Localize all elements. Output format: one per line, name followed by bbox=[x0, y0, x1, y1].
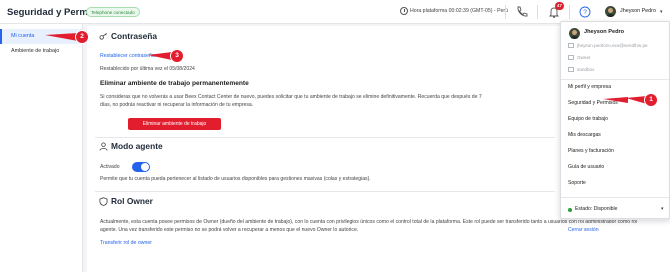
environment-field: sandbox bbox=[568, 65, 594, 74]
role-field: Owner bbox=[568, 53, 591, 62]
menu-item-security[interactable]: Seguridad y Permisos bbox=[568, 100, 618, 106]
user-icon bbox=[99, 142, 108, 151]
clock-icon bbox=[400, 7, 408, 15]
chevron-down-icon[interactable]: ▾ bbox=[661, 206, 664, 212]
owner-role-heading: Rol Owner bbox=[111, 196, 153, 206]
chevron-down-icon: ▾ bbox=[660, 9, 663, 15]
status-dot-icon bbox=[568, 208, 572, 212]
agent-mode-heading: Modo agente bbox=[111, 141, 163, 151]
annotation-marker-1: 1 bbox=[645, 94, 657, 106]
annotation-marker-3: 3 bbox=[171, 50, 183, 62]
user-dropdown-menu: Jheyson Pedro jheyson.pedrozo.exe@sendth… bbox=[560, 21, 670, 233]
divider bbox=[505, 5, 506, 19]
status-select[interactable]: Estado: Disponible bbox=[575, 206, 617, 212]
key-icon bbox=[99, 33, 107, 40]
email-field: jheyson.pedrozo.exe@sendthis.pe bbox=[568, 41, 648, 50]
reset-password-link[interactable]: Restablecer contraseña bbox=[100, 53, 155, 59]
dropdown-user-name: Jheyson Pedro bbox=[584, 29, 625, 35]
menu-item-profile[interactable]: Mi perfil y empresa bbox=[568, 84, 611, 90]
phone-icon[interactable] bbox=[515, 5, 529, 19]
environment-value: sandbox bbox=[577, 67, 595, 72]
help-icon[interactable]: ? bbox=[578, 5, 592, 19]
role-value: Owner bbox=[577, 55, 591, 60]
last-reset-text: Restablecido por última vez el 05/08/202… bbox=[100, 66, 195, 72]
menu-item-support[interactable]: Soporte bbox=[568, 180, 586, 186]
divider bbox=[561, 219, 669, 220]
sidebar-item-mi-cuenta[interactable]: Mi cuenta bbox=[0, 29, 82, 44]
shield-icon bbox=[99, 197, 108, 206]
password-heading: Contraseña bbox=[111, 31, 158, 41]
svg-text:?: ? bbox=[583, 9, 587, 16]
owner-role-desc-2: agente. Una vez transferido este permiso… bbox=[100, 227, 359, 233]
divider bbox=[561, 79, 669, 80]
divider bbox=[569, 5, 570, 19]
owner-role-desc-1: Actualmente, esta cuenta posee permisos … bbox=[100, 219, 638, 225]
notification-count-badge: 47 bbox=[555, 2, 564, 10]
mail-icon bbox=[568, 43, 574, 48]
building-icon bbox=[568, 67, 574, 72]
menu-item-guide[interactable]: Guía de usuario bbox=[568, 164, 604, 170]
user-icon bbox=[568, 55, 574, 60]
menu-item-downloads[interactable]: Mis descargas bbox=[568, 132, 601, 138]
logout-link[interactable]: Cerrar sesión bbox=[568, 227, 599, 233]
delete-env-heading: Eliminar ambiente de trabajo permanentem… bbox=[100, 80, 249, 87]
divider bbox=[95, 137, 555, 138]
menu-item-team[interactable]: Equipo de trabajo bbox=[568, 116, 608, 122]
user-name: Jheyson Pedro bbox=[620, 8, 656, 14]
agent-toggle-label: Activado bbox=[100, 164, 120, 170]
status-badge: Telephone conectado bbox=[86, 7, 140, 17]
divider bbox=[95, 191, 555, 192]
avatar bbox=[568, 27, 581, 40]
transfer-owner-link[interactable]: Transferir rol de owner bbox=[100, 240, 152, 246]
avatar bbox=[604, 5, 617, 18]
menu-item-billing[interactable]: Planes y facturación bbox=[568, 148, 614, 154]
delete-env-desc-2: días, no podrás reactivar ni recuperar l… bbox=[100, 102, 254, 108]
delete-env-desc-1: Si consideras que no volverás a usar Bee… bbox=[100, 94, 482, 100]
platform-time: Hora plataforma 00:02:39 (GMT-05) - Perú bbox=[410, 8, 509, 14]
divider bbox=[561, 197, 669, 198]
agent-mode-toggle[interactable] bbox=[132, 162, 150, 172]
divider bbox=[537, 5, 538, 19]
agent-mode-desc: Permite que tu cuenta pueda pertenecer a… bbox=[100, 176, 371, 182]
delete-env-button[interactable]: Eliminar ambiente de trabajo bbox=[128, 118, 221, 130]
annotation-marker-2: 2 bbox=[76, 31, 88, 43]
sidebar: Mi cuenta Ambiente de trabajo bbox=[0, 24, 83, 272]
email-value: jheyson.pedrozo.exe@sendthis.pe bbox=[577, 43, 648, 48]
sidebar-item-ambiente[interactable]: Ambiente de trabajo bbox=[0, 44, 82, 59]
